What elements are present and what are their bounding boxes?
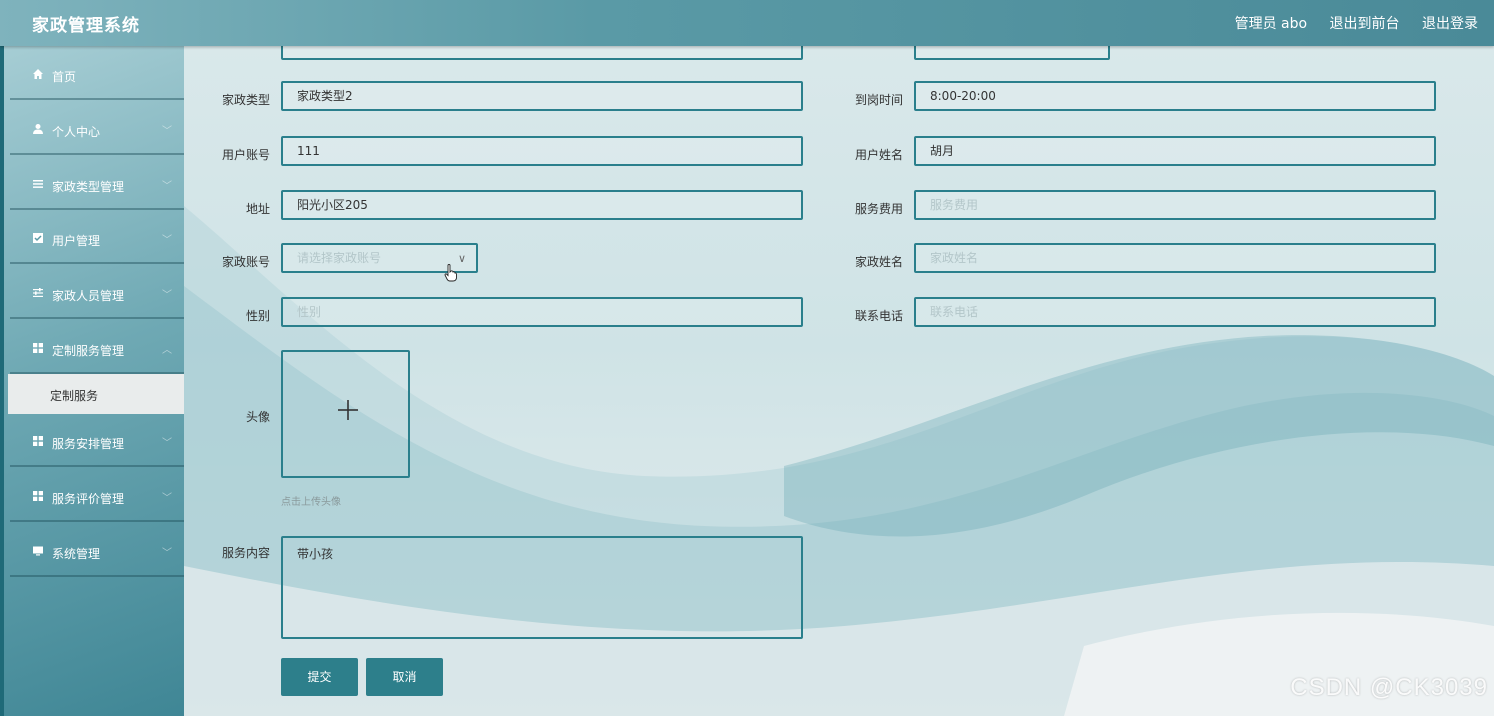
watermark: CSDN @CK3039 [1290, 674, 1488, 701]
housekeeper-account-placeholder: 请选择家政账号 [297, 251, 382, 265]
phone-label: 联系电话 [854, 309, 903, 323]
plus-icon [337, 398, 359, 426]
header-actions-overlay: 管理员 abo 退出到前台 退出登录 [1217, 13, 1478, 33]
app-title-overlay: 家政管理系统 [32, 16, 140, 36]
admin-name: 管理员 abo [1234, 16, 1308, 32]
chevron-down-icon: ﹀ [162, 438, 172, 449]
chevron-down-icon: ﹀ [162, 290, 172, 301]
sidebar-item-system[interactable]: 系统管理 ﹀ [10, 529, 184, 577]
grid-icon [32, 435, 44, 447]
fee-label: 服务费用 [854, 202, 903, 216]
user-name-field[interactable]: 胡月 [914, 136, 1436, 166]
user-icon [32, 123, 44, 135]
top-bar-overlay: 家政管理系统 管理员 abo 退出到前台 退出登录 [0, 0, 1494, 46]
sidebar-item-personal-center[interactable]: 个人中心 ﹀ [10, 107, 184, 155]
sidebar-item-label: 系统管理 [52, 547, 101, 561]
arrive-time-field[interactable]: 8:00-20:00 [914, 81, 1436, 111]
logout-link[interactable]: 退出登录 [1422, 16, 1478, 32]
sidebar-item-service-review[interactable]: 服务评价管理 ﹀ [10, 474, 184, 522]
cancel-button[interactable]: 取消 [366, 658, 443, 696]
housekeeper-name-label: 家政姓名 [854, 255, 903, 269]
chevron-down-icon: ﹀ [162, 235, 172, 246]
housekeeper-name-field[interactable]: 家政姓名 [914, 243, 1436, 273]
service-content-label: 服务内容 [221, 546, 270, 560]
user-account-label: 用户账号 [221, 148, 270, 162]
chevron-down-icon: ∨ [457, 252, 466, 265]
sidebar-item-service-schedule[interactable]: 服务安排管理 ﹀ [10, 419, 184, 467]
avatar-hint: 点击上传头像 [281, 497, 341, 508]
sidebar-item-label: 个人中心 [52, 125, 101, 139]
submit-button[interactable]: 提交 [281, 658, 358, 696]
list-icon [32, 178, 44, 190]
sidebar-item-label: 服务评价管理 [52, 492, 125, 506]
hand-pointer-cursor-icon [444, 264, 458, 287]
sidebar-item-user-management[interactable]: 用户管理 ﹀ [10, 216, 184, 264]
sidebar-item-label: 服务安排管理 [52, 437, 125, 451]
gender-field[interactable]: 性别 [281, 297, 803, 327]
grid-icon [32, 342, 44, 354]
sliders-icon [32, 287, 44, 299]
gender-label: 性别 [245, 309, 270, 323]
sidebar-item-staff-management[interactable]: 家政人员管理 ﹀ [10, 271, 184, 319]
avatar-label: 头像 [245, 410, 270, 424]
sidebar-item-label: 首页 [52, 70, 77, 84]
chevron-down-icon: ﹀ [162, 493, 172, 504]
service-content-textarea[interactable]: 带小孩 [281, 536, 803, 639]
address-field[interactable]: 阳光小区205 [281, 190, 803, 220]
arrive-time-label: 到岗时间 [854, 93, 903, 107]
chevron-down-icon: ﹀ [162, 548, 172, 559]
type-field[interactable]: 家政类型2 [281, 81, 803, 111]
fee-field[interactable]: 服务费用 [914, 190, 1436, 220]
sidebar-item-home[interactable]: 首页 [10, 52, 184, 100]
checkbox-icon [32, 232, 44, 244]
sidebar-item-label: 家政人员管理 [52, 289, 125, 303]
chevron-down-icon: ﹀ [162, 181, 172, 192]
phone-field[interactable]: 联系电话 [914, 297, 1436, 327]
sidebar-item-custom-service[interactable]: 定制服务管理 ︿ [10, 326, 184, 374]
sidebar: 首页 个人中心 ﹀ 家政类型管理 ﹀ 用户管理 ﹀ 家政人员管理 ﹀ 定制服务管… [0, 46, 188, 716]
chevron-down-icon: ﹀ [162, 126, 172, 137]
avatar-upload[interactable] [281, 350, 410, 478]
type-label: 家政类型 [221, 93, 270, 107]
user-account-field[interactable]: 111 [281, 136, 803, 166]
address-label: 地址 [245, 202, 270, 216]
sidebar-subitem-custom-service[interactable]: 定制服务 [8, 374, 185, 414]
sidebar-subitem-label: 定制服务 [50, 389, 99, 403]
user-name-label: 用户姓名 [854, 148, 903, 162]
exit-to-front-link[interactable]: 退出到前台 [1330, 16, 1400, 32]
monitor-icon [32, 545, 44, 557]
sidebar-item-label: 用户管理 [52, 234, 101, 248]
housekeeper-account-label: 家政账号 [221, 255, 270, 269]
sidebar-item-housekeeping-type[interactable]: 家政类型管理 ﹀ [10, 162, 184, 210]
home-icon [32, 68, 44, 80]
chevron-up-icon: ︿ [162, 345, 172, 356]
sidebar-item-label: 定制服务管理 [52, 344, 125, 358]
sidebar-item-label: 家政类型管理 [52, 180, 125, 194]
grid-icon [32, 490, 44, 502]
